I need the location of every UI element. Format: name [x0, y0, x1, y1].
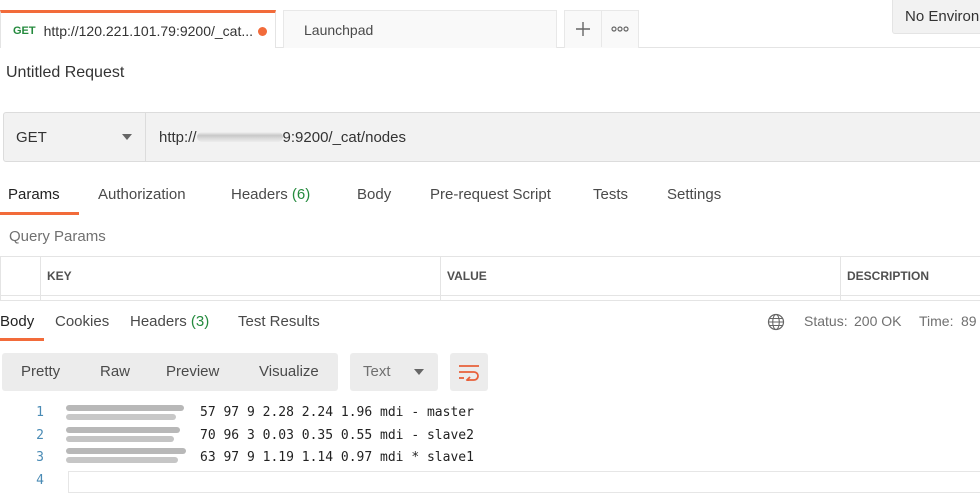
- status-label: Status:: [804, 313, 848, 329]
- format-pretty-button[interactable]: Pretty: [21, 363, 60, 380]
- line-number: 3: [36, 450, 44, 465]
- chevron-down-icon: [122, 134, 132, 140]
- content-type-select[interactable]: Text: [350, 353, 438, 391]
- tab-bar: GET http://120.221.101.79:9200/_cat... L…: [0, 0, 980, 48]
- request-tab-title: http://120.221.101.79:9200/_cat...: [43, 22, 254, 39]
- active-response-tab-indicator: [0, 338, 44, 341]
- line-number: 4: [36, 472, 44, 488]
- more-tabs-button[interactable]: [602, 11, 639, 47]
- params-table: KEY VALUE DESCRIPTION: [0, 256, 980, 301]
- format-visualize-button[interactable]: Visualize: [259, 363, 319, 380]
- query-params-title: Query Params: [9, 228, 106, 245]
- tab-headers[interactable]: Headers (6): [231, 186, 310, 203]
- unsaved-dot-icon: [258, 27, 267, 36]
- time-value: 89: [961, 313, 977, 329]
- response-tab-body[interactable]: Body: [0, 313, 34, 330]
- globe-icon[interactable]: [767, 313, 785, 331]
- line-number: 2: [36, 427, 44, 443]
- request-tab[interactable]: GET http://120.221.101.79:9200/_cat...: [0, 10, 276, 48]
- url-prefix: http://: [159, 128, 197, 146]
- url-suffix: 9:9200/_cat/nodes: [282, 128, 406, 146]
- request-tabs: Params Authorization Headers (6) Body Pr…: [0, 180, 980, 216]
- line-text: 63 97 9 1.19 1.14 0.97 mdi * slave1: [200, 450, 474, 465]
- response-tab-cookies[interactable]: Cookies: [55, 313, 109, 330]
- time-label: Time:: [919, 313, 954, 329]
- tab-params[interactable]: Params: [8, 186, 60, 203]
- url-input[interactable]: http:// 9:9200/_cat/nodes: [146, 112, 980, 162]
- tab-pre-request-script[interactable]: Pre-request Script: [430, 186, 551, 203]
- redacted-ip-scribble: [66, 447, 190, 469]
- response-tab-headers-label: Headers: [130, 313, 187, 330]
- line-text: 57 97 9 2.28 2.24 1.96 mdi - master: [200, 405, 474, 420]
- response-tab-headers-count: (3): [190, 313, 210, 330]
- launchpad-tab[interactable]: Launchpad: [283, 10, 557, 48]
- response-tab-test-results[interactable]: Test Results: [238, 313, 320, 330]
- tab-body[interactable]: Body: [357, 186, 391, 203]
- wrap-lines-button[interactable]: [450, 353, 488, 391]
- active-line-highlight: [68, 471, 980, 493]
- chevron-down-icon: [414, 369, 424, 375]
- launchpad-tab-label: Launchpad: [304, 21, 374, 38]
- environment-label: No Environ: [905, 8, 980, 25]
- request-name[interactable]: Untitled Request: [6, 64, 124, 82]
- redacted-ip-scribble: [66, 425, 190, 447]
- tab-headers-count: (6): [291, 186, 311, 203]
- status-value: 200 OK: [854, 313, 902, 329]
- format-preview-button[interactable]: Preview: [166, 363, 219, 380]
- environment-selector[interactable]: No Environ: [892, 0, 980, 34]
- code-line: 2 70 96 3 0.03 0.35 0.55 mdi - slave2: [0, 425, 980, 448]
- tab-tests[interactable]: Tests: [593, 186, 628, 203]
- content-type-value: Text: [363, 363, 391, 380]
- format-toolbar: Pretty Raw Preview Visualize: [2, 353, 338, 391]
- line-text: 70 96 3 0.03 0.35 0.55 mdi - slave2: [200, 427, 474, 443]
- plus-icon: [575, 22, 590, 36]
- format-raw-button[interactable]: Raw: [100, 363, 130, 380]
- active-tab-indicator: [0, 212, 79, 215]
- response-tabs: Body Cookies Headers (3) Test Results St…: [0, 300, 980, 342]
- tab-authorization[interactable]: Authorization: [98, 186, 186, 203]
- code-line: 1 57 97 9 2.28 2.24 1.96 mdi - master: [0, 402, 980, 425]
- code-line: 3 63 97 9 1.19 1.14 0.97 mdi * slave1: [0, 447, 980, 470]
- new-tab-button[interactable]: [565, 11, 602, 47]
- method-select[interactable]: GET: [3, 112, 146, 162]
- ellipsis-icon: [611, 26, 629, 32]
- wrap-icon: [459, 365, 479, 381]
- request-tab-method: GET: [13, 24, 36, 37]
- line-number: 1: [36, 405, 44, 420]
- method-value: GET: [16, 128, 47, 146]
- tab-actions: [564, 10, 639, 48]
- redacted-ip-blur: [196, 132, 283, 142]
- tab-settings[interactable]: Settings: [667, 186, 721, 203]
- tab-headers-label: Headers: [231, 186, 288, 203]
- table-divider: [0, 295, 980, 296]
- response-tab-headers[interactable]: Headers (3): [130, 313, 209, 330]
- redacted-ip-scribble: [66, 402, 190, 424]
